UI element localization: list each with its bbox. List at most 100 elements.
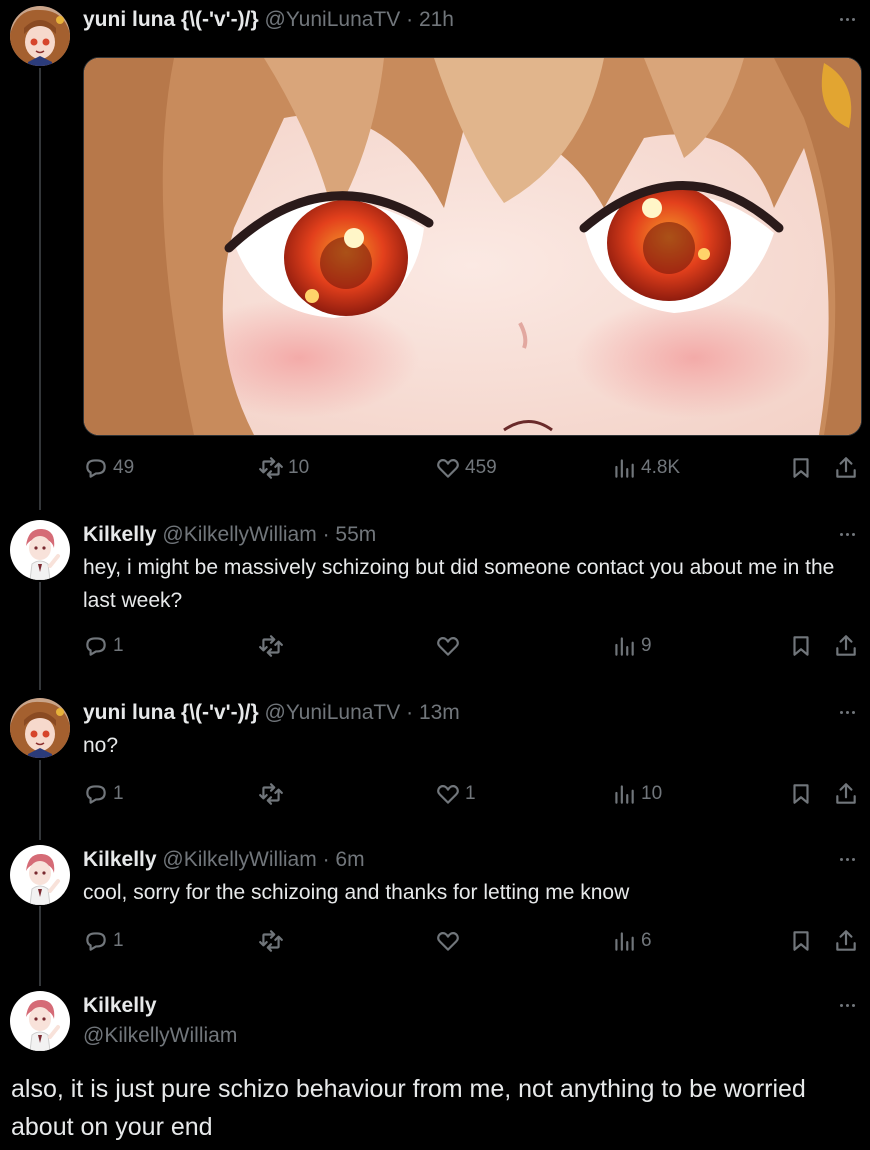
tweet-actions: 1 6 <box>83 926 858 956</box>
reply-count: 1 <box>113 930 124 951</box>
display-name[interactable]: Kilkelly <box>83 848 157 871</box>
share-button[interactable] <box>833 926 859 956</box>
thread-line <box>39 582 41 690</box>
like-button[interactable] <box>435 926 461 956</box>
repost-button[interactable] <box>258 926 284 956</box>
repost-button[interactable] <box>258 631 284 661</box>
bookmark-icon <box>793 458 809 478</box>
like-count: 459 <box>465 457 497 478</box>
display-name[interactable]: Kilkelly <box>83 993 157 1019</box>
like-icon <box>437 459 459 478</box>
avatar-kilkelly[interactable] <box>10 845 70 905</box>
thread-line <box>39 906 41 986</box>
share-button[interactable] <box>833 779 859 809</box>
avatar-yuni[interactable] <box>10 6 70 66</box>
like-icon <box>437 637 459 656</box>
share-icon <box>836 783 856 804</box>
like-button[interactable] <box>435 631 461 661</box>
more-icon[interactable] <box>836 523 858 545</box>
tweet-actions: 49 10 459 4.8K <box>83 453 858 483</box>
like-button[interactable]: 1 <box>435 779 476 809</box>
repost-icon <box>259 783 283 805</box>
separator-dot: · <box>322 848 330 871</box>
views-icon <box>615 932 634 951</box>
views-button[interactable]: 10 <box>611 779 662 809</box>
views-icon <box>615 785 634 804</box>
bookmark-button[interactable] <box>788 453 814 483</box>
views-button[interactable]: 4.8K <box>611 453 680 483</box>
more-icon[interactable] <box>836 8 858 30</box>
repost-count: 10 <box>288 457 310 478</box>
thread-line <box>39 760 41 840</box>
bookmark-button[interactable] <box>788 926 814 956</box>
view-count: 6 <box>641 930 652 951</box>
share-button[interactable] <box>833 453 859 483</box>
view-count: 4.8K <box>641 457 681 478</box>
separator-dot: · <box>406 701 414 724</box>
reply-button[interactable]: 1 <box>83 779 124 809</box>
reply-count: 1 <box>113 783 124 804</box>
views-button[interactable]: 6 <box>611 926 652 956</box>
display-name[interactable]: Kilkelly <box>83 523 157 546</box>
separator-dot: · <box>322 523 330 546</box>
reply-count: 1 <box>113 635 124 656</box>
repost-icon <box>259 635 283 657</box>
reply-icon <box>86 932 106 951</box>
reply-icon <box>86 637 106 656</box>
display-name[interactable]: yuni luna {\(-'v'-)/} <box>83 8 259 31</box>
reply-button[interactable]: 1 <box>83 926 124 956</box>
more-icon[interactable] <box>836 701 858 723</box>
view-count: 9 <box>641 635 652 656</box>
focused-tweet-text: also, it is just pure schizo behaviour f… <box>11 1075 806 1141</box>
timestamp[interactable]: 6m <box>335 848 364 871</box>
repost-icon <box>259 457 283 479</box>
tweet-header: Kilkelly @KilkellyWilliam · 55m <box>83 522 376 548</box>
tweet-actions: 1 1 10 <box>83 779 858 809</box>
reply-icon <box>86 785 106 804</box>
more-icon[interactable] <box>836 848 858 870</box>
like-icon <box>437 932 459 951</box>
like-button[interactable]: 459 <box>435 453 497 483</box>
like-icon <box>437 785 459 804</box>
user-handle[interactable]: @KilkellyWilliam <box>162 848 316 871</box>
bookmark-icon <box>793 636 809 656</box>
avatar-yuni[interactable] <box>10 698 70 758</box>
view-count: 10 <box>641 783 663 804</box>
more-icon[interactable] <box>836 994 858 1016</box>
views-icon <box>615 459 634 478</box>
bookmark-icon <box>793 931 809 951</box>
repost-button[interactable]: 10 <box>258 453 309 483</box>
bookmark-button[interactable] <box>788 631 814 661</box>
timestamp[interactable]: 55m <box>335 523 376 546</box>
tweet-image[interactable] <box>83 57 862 436</box>
thread-line <box>39 68 41 510</box>
user-handle[interactable]: @YuniLunaTV <box>265 8 401 31</box>
user-handle[interactable]: @KilkellyWilliam <box>83 1023 237 1049</box>
user-handle[interactable]: @YuniLunaTV <box>265 701 401 724</box>
share-icon <box>836 457 856 478</box>
timestamp[interactable]: 13m <box>419 701 460 724</box>
tweet-header: Kilkelly @KilkellyWilliam · 6m <box>83 847 365 873</box>
tweet-text: hey, i might be massively schizoing but … <box>83 556 835 612</box>
tweet-text: cool, sorry for the schizoing and thanks… <box>83 881 630 904</box>
separator-dot: · <box>406 8 414 31</box>
avatar-kilkelly[interactable] <box>10 520 70 580</box>
user-handle[interactable]: @KilkellyWilliam <box>162 523 316 546</box>
repost-button[interactable] <box>258 779 284 809</box>
tweet-header: yuni luna {\(-'v'-)/} @YuniLunaTV · 21h <box>83 7 454 33</box>
tweet-text: no? <box>83 734 119 757</box>
timestamp[interactable]: 21h <box>419 8 454 31</box>
tweet-actions: 1 9 <box>83 631 858 661</box>
display-name[interactable]: yuni luna {\(-'v'-)/} <box>83 701 259 724</box>
repost-icon <box>259 930 283 952</box>
avatar-kilkelly[interactable] <box>10 991 70 1051</box>
reply-button[interactable]: 49 <box>83 453 134 483</box>
share-icon <box>836 635 856 656</box>
share-button[interactable] <box>833 631 859 661</box>
reply-icon <box>86 459 106 478</box>
reply-button[interactable]: 1 <box>83 631 124 661</box>
views-button[interactable]: 9 <box>611 631 652 661</box>
bookmark-button[interactable] <box>788 779 814 809</box>
views-icon <box>615 637 634 656</box>
like-count: 1 <box>465 783 476 804</box>
